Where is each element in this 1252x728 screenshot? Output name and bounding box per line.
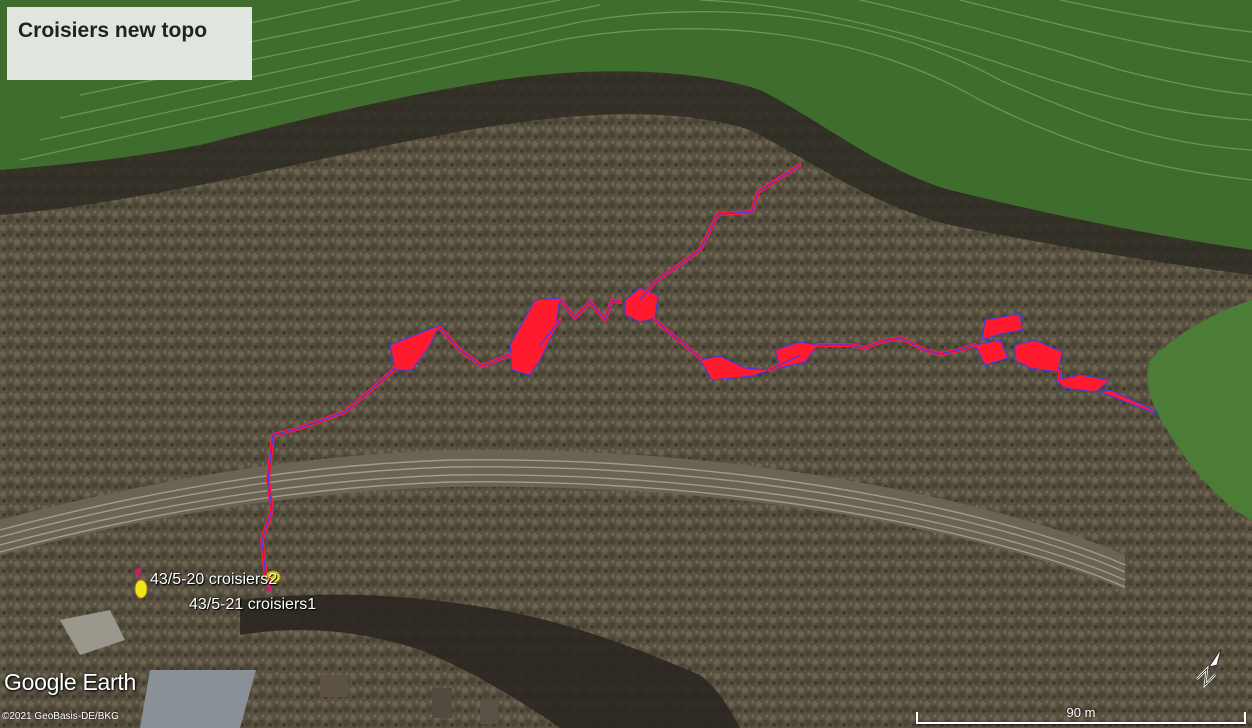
map-title: Croisiers new topo <box>18 19 208 42</box>
satellite-map[interactable] <box>0 0 1252 728</box>
placemark-label[interactable]: 43/5-21 croisiers1 <box>189 596 316 614</box>
map-title-panel: Croisiers new topo <box>7 7 252 80</box>
scale-label: 90 m <box>1066 705 1096 720</box>
placemark-label[interactable]: 43/5-20 croisiers2 <box>150 571 277 589</box>
google-earth-logo: Google Earth <box>4 669 136 695</box>
copyright-notice: ©2021 GeoBasis-DE/BKG <box>2 711 119 722</box>
scale-bar: 90 m <box>916 704 1246 724</box>
